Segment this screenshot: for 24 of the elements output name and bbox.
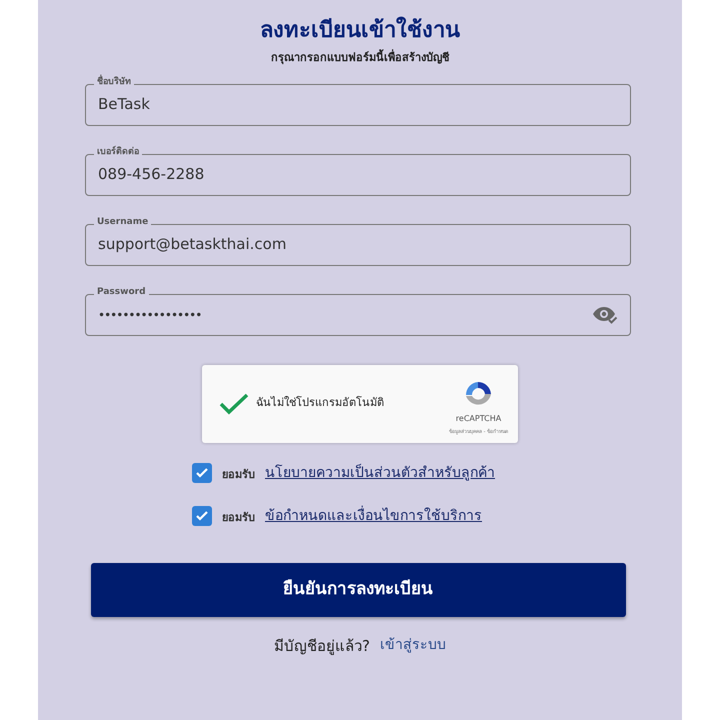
- input-field[interactable]: •••••••••••••••••: [85, 294, 631, 336]
- footer-text: มีบัญชีอยู่แล้ว?: [274, 636, 370, 657]
- check-icon: [195, 466, 209, 480]
- input-field[interactable]: support@betaskthai.com: [85, 224, 631, 266]
- input-field[interactable]: BeTask: [85, 84, 631, 126]
- field-value: support@betaskthai.com: [98, 234, 286, 256]
- agreement-link[interactable]: ข้อกำหนดและเงื่อนไขการใช้บริการ: [265, 506, 482, 526]
- field-value: 089-456-2288: [98, 164, 204, 186]
- subtitle: กรุณากรอกแบบฟอร์มนี้เพื่อสร้างบัญชี: [271, 50, 449, 66]
- submit-button[interactable]: ยืนยันการลงทะเบียน: [90, 562, 626, 616]
- field-value: BeTask: [98, 94, 150, 116]
- page-title: ลงทะเบียนเข้าใช้งาน: [260, 16, 460, 45]
- eye-icon[interactable]: [592, 304, 618, 324]
- login-link[interactable]: เข้าสู่ระบบ: [380, 635, 446, 656]
- recaptcha-brand: reCAPTCHA: [456, 412, 502, 425]
- checkbox[interactable]: [192, 506, 212, 526]
- agreement-prefix: ยอมรับ: [222, 466, 255, 483]
- input-field[interactable]: 089-456-2288: [85, 154, 631, 196]
- agreement-link[interactable]: นโยบายความเป็นส่วนตัวสำหรับลูกค้า: [265, 462, 495, 484]
- field-value: •••••••••••••••••: [98, 306, 202, 324]
- check-icon: [195, 509, 209, 523]
- checkbox[interactable]: [192, 463, 212, 483]
- agreement-prefix: ยอมรับ: [222, 510, 255, 526]
- captcha-label: ฉันไม่ใช่โปรแกรมอัตโนมัติ: [256, 395, 384, 412]
